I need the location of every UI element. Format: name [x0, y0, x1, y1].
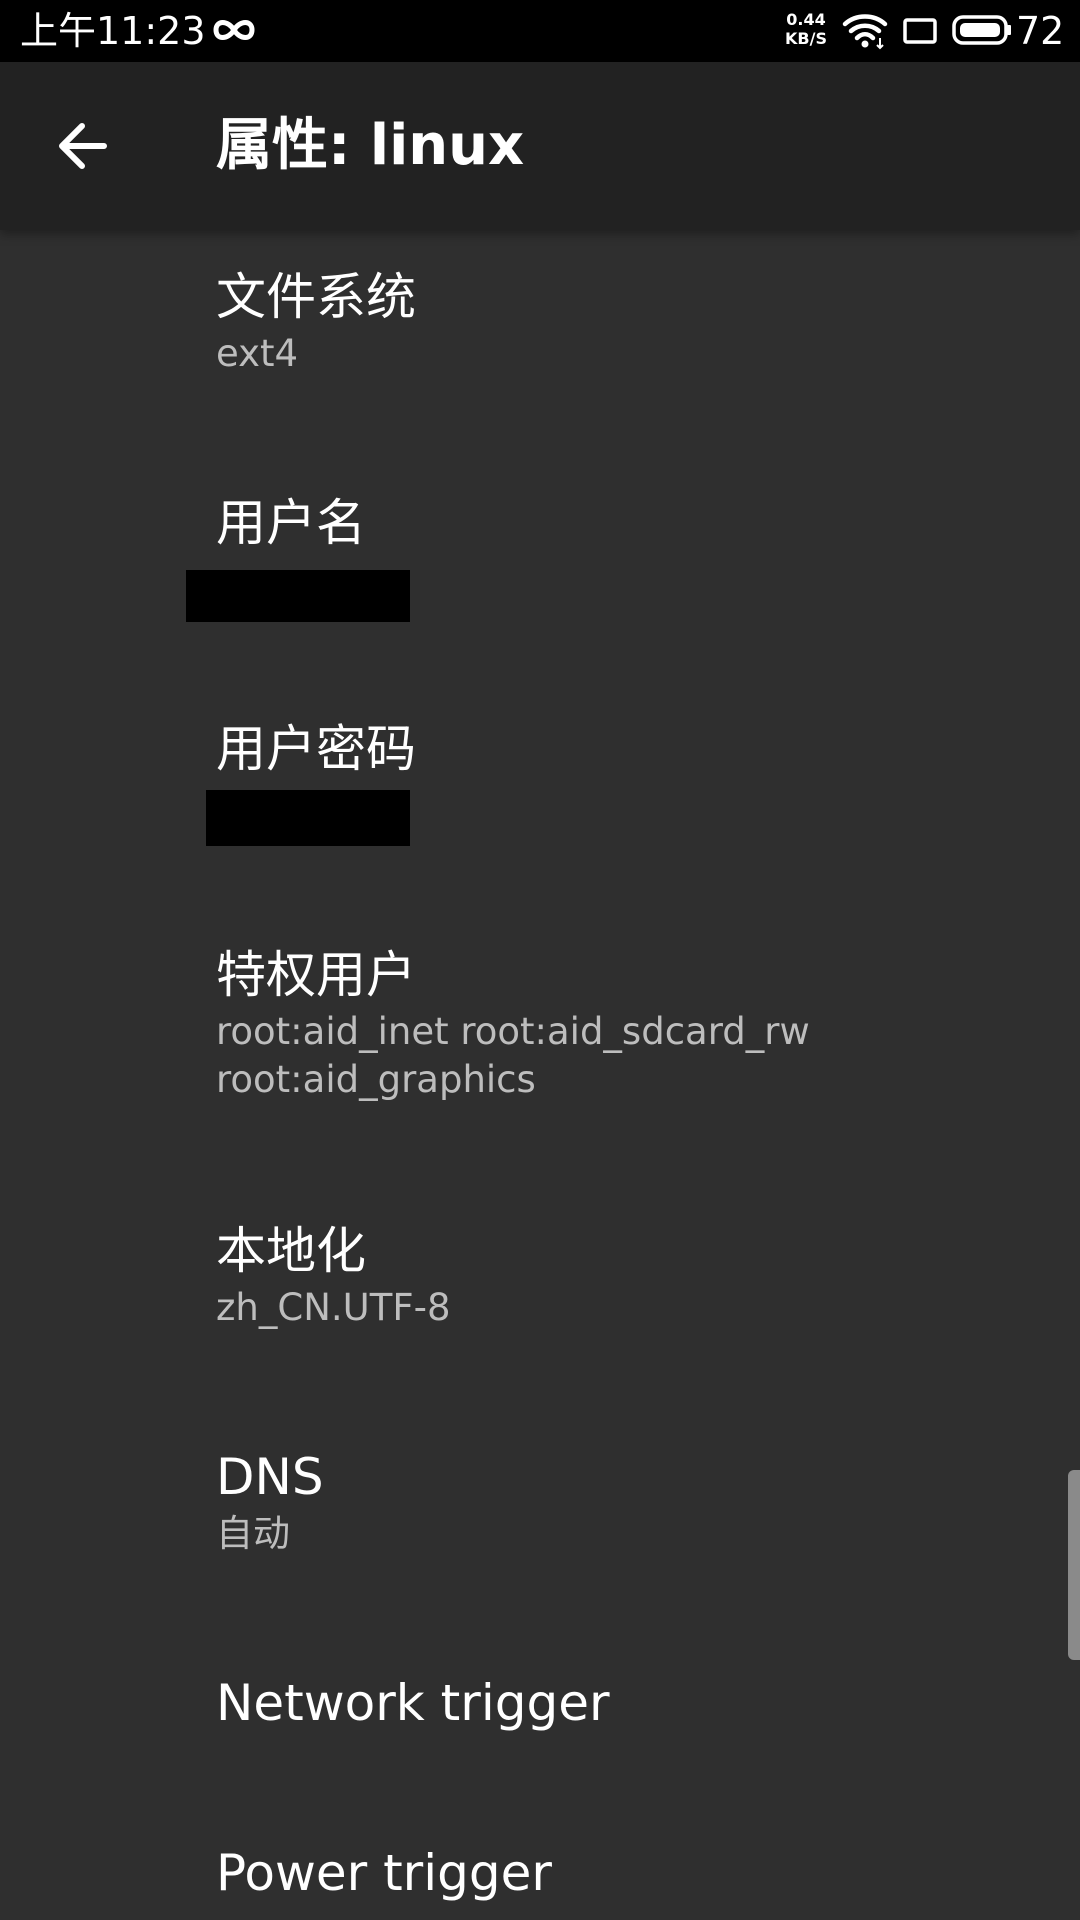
pref-title: 本地化 — [216, 1222, 366, 1280]
redacted-username — [186, 570, 410, 622]
scrollbar[interactable] — [1068, 1470, 1080, 1660]
pref-network-trigger[interactable]: Network trigger — [216, 1672, 1036, 1734]
pref-title: 用户密码 — [216, 720, 416, 778]
pref-summary-line: root:aid_graphics — [216, 1058, 536, 1101]
pref-title: 特权用户 — [216, 946, 416, 1004]
net-speed-unit: KB/S — [785, 29, 827, 48]
preference-list: 文件系统 ext4 用户名 用户密码 特权用户 root:aid_inet ro… — [0, 230, 1080, 1920]
back-button[interactable] — [40, 106, 130, 186]
pref-privileged-users[interactable]: 特权用户 root:aid_inet root:aid_sdcard_rw ro… — [216, 944, 1036, 1104]
pref-title: DNS — [216, 1448, 324, 1506]
pref-password[interactable]: 用户密码 — [216, 718, 1036, 780]
pref-title: Network trigger — [216, 1674, 610, 1732]
pref-locale[interactable]: 本地化 zh_CN.UTF-8 — [216, 1220, 1036, 1332]
pref-title: 用户名 — [216, 494, 366, 552]
pref-dns[interactable]: DNS 自动 — [216, 1446, 1036, 1558]
pref-summary: 自动 — [216, 1512, 290, 1555]
screen-icon — [903, 18, 937, 44]
status-time: 上午11:23 — [20, 9, 206, 53]
infinity-icon — [213, 20, 255, 40]
battery-level: 72 — [1016, 9, 1065, 53]
pref-title: Power trigger — [216, 1844, 552, 1902]
pref-power-trigger[interactable]: Power trigger — [216, 1842, 1036, 1904]
net-speed: 0.44 KB/S — [782, 10, 830, 48]
net-speed-value: 0.44 — [786, 10, 826, 29]
pref-summary-line: root:aid_inet root:aid_sdcard_rw — [216, 1010, 810, 1053]
pref-filesystem[interactable]: 文件系统 ext4 — [216, 266, 1036, 378]
battery-icon — [952, 15, 1011, 45]
redacted-password — [206, 790, 410, 846]
pref-summary: zh_CN.UTF-8 — [216, 1286, 451, 1329]
pref-username[interactable]: 用户名 — [216, 492, 1036, 554]
wifi-icon — [842, 14, 888, 50]
pref-summary: ext4 — [216, 332, 299, 375]
toolbar: 属性: linux — [0, 62, 1080, 230]
status-bar: 上午11:23 0.44 KB/S 72 — [0, 0, 1080, 62]
pref-title: 文件系统 — [216, 268, 416, 326]
page-title: 属性: linux — [216, 113, 525, 178]
arrow-back-icon — [59, 123, 107, 169]
